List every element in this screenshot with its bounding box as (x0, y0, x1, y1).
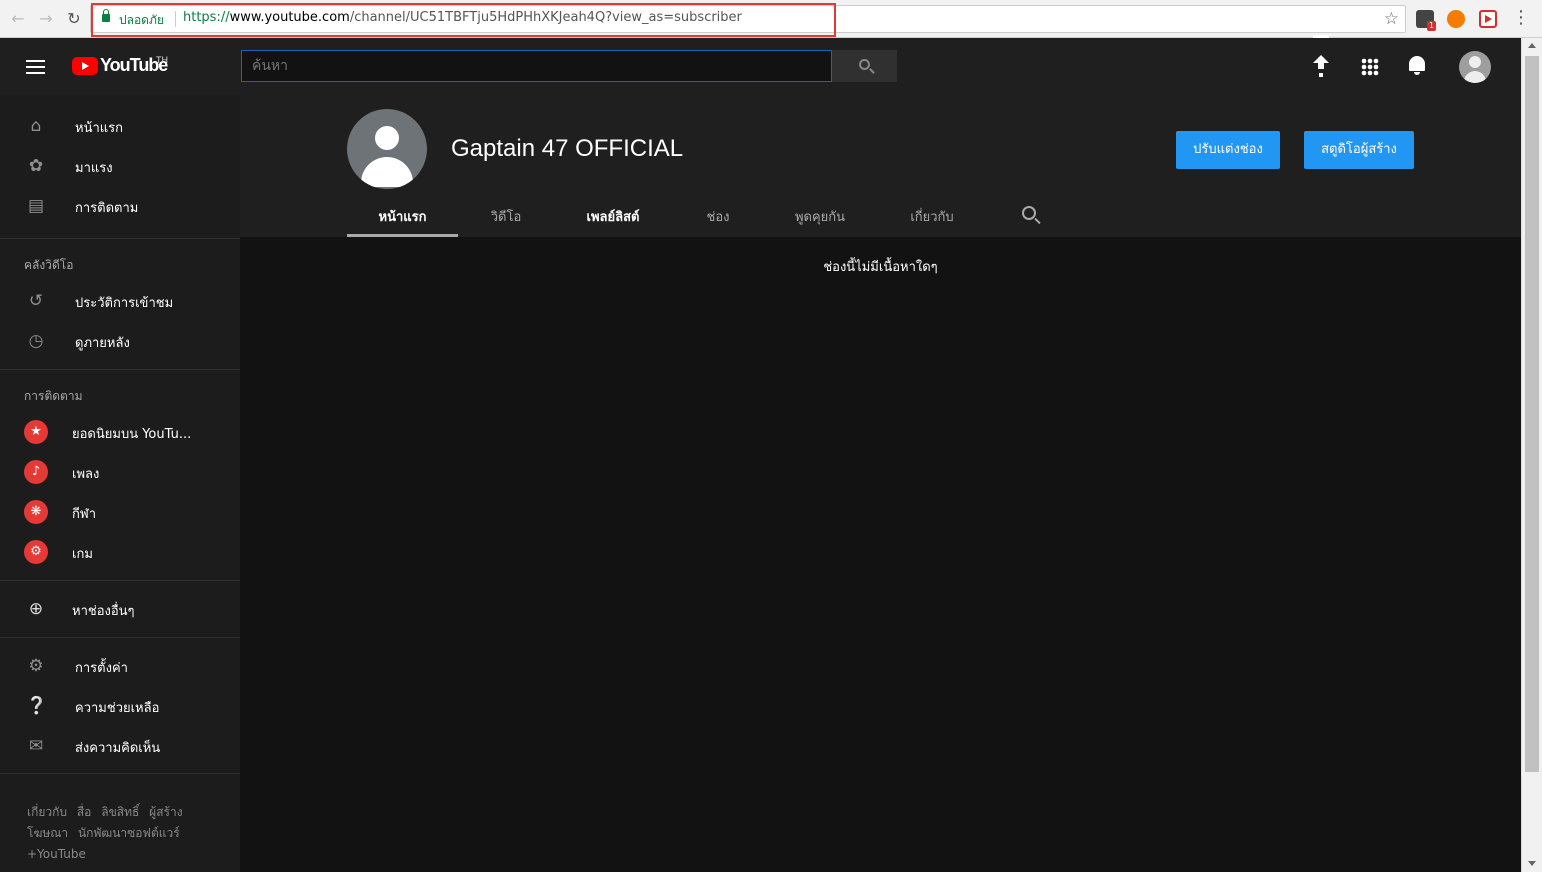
sidebar-item-history[interactable]: ↺ ประวัติการเข้าชม (0, 281, 240, 321)
sidebar-item-feedback[interactable]: ✉ ส่งความคิดเห็น (0, 726, 240, 766)
search-button[interactable] (832, 50, 897, 82)
sidebar-item-watch-later[interactable]: ◷ ดูภายหลัง (0, 321, 240, 361)
scroll-down-arrow-icon[interactable] (1528, 861, 1536, 866)
footer-link-plus-youtube[interactable]: +YouTube (27, 847, 86, 861)
search-icon (859, 59, 870, 70)
sidebar-item-subscriptions[interactable]: ▤ การติดตาม (0, 186, 240, 226)
sidebar-item-label: กีฬา (72, 507, 97, 522)
channel-search-icon[interactable] (1022, 206, 1036, 220)
youtube-logo-icon[interactable] (72, 57, 98, 75)
sidebar: ⌂ หน้าแรก ✿ มาแรง ▤ การติดตาม คลังวิดีโอ… (0, 94, 240, 872)
sidebar-item-label: การตั้งค่า (75, 661, 128, 676)
search-input[interactable] (241, 50, 832, 82)
channel-header: Gaptain 47 OFFICIAL ปรับแต่งช่อง สตูดิโอ… (240, 94, 1521, 237)
account-avatar[interactable] (1459, 51, 1491, 83)
creator-studio-button[interactable]: สตูดิโอผู้สร้าง (1304, 131, 1414, 169)
sidebar-item-sports[interactable]: ❋ กีฬา (0, 492, 240, 532)
browser-toolbar: ← → ↻ ปลอดภัย https://www.youtube.com/ch… (0, 0, 1542, 38)
add-circle-icon: ⊕ (28, 599, 44, 619)
sidebar-item-help[interactable]: ❔ ความช่วยเหลือ (0, 686, 240, 726)
footer-link-developers[interactable]: นักพัฒนาซอฟต์แวร์ (78, 826, 180, 840)
browser-menu-icon[interactable]: ⋮ (1512, 7, 1530, 29)
sidebar-item-label: เพลง (72, 467, 100, 482)
sidebar-item-label: เกม (72, 547, 93, 562)
region-code: TH (156, 55, 168, 65)
library-heading: คลังวิดีโอ (24, 258, 74, 272)
channel-title: Gaptain 47 OFFICIAL (451, 135, 684, 162)
sidebar-divider (0, 773, 240, 774)
tab-discussion[interactable]: พูดคุยกัน (780, 204, 860, 237)
sidebar-item-label: หาช่องอื่นๆ (72, 604, 135, 619)
gear-icon: ⚙ (28, 656, 44, 676)
footer-link-advertise[interactable]: โฆษณา (27, 826, 68, 840)
sidebar-footer: เกี่ยวกับ สื่อ ลิขสิทธิ์ ผู้สร้าง โฆษณา … (27, 802, 227, 865)
trending-icon: ✿ (28, 156, 44, 176)
footer-link-copyright[interactable]: ลิขสิทธิ์ (101, 805, 139, 819)
extension-badge: 1 (1427, 21, 1437, 31)
scrollbar-thumb[interactable] (1525, 56, 1539, 772)
tab-channels[interactable]: ช่อง (690, 204, 746, 237)
basketball-icon: ❋ (24, 500, 48, 524)
bookmark-star-icon[interactable]: ☆ (1384, 9, 1399, 29)
help-icon: ❔ (26, 696, 48, 716)
sidebar-item-label: ความช่วยเหลือ (75, 701, 160, 716)
footer-link-press[interactable]: สื่อ (77, 805, 92, 819)
page-scrollbar[interactable] (1521, 38, 1542, 872)
subscriptions-icon: ▤ (27, 196, 45, 216)
back-arrow-icon[interactable]: ← (8, 9, 28, 29)
empty-channel-message: ช่องนี้ไม่มีเนื้อหาใดๆ (823, 260, 938, 275)
scroll-up-arrow-icon[interactable] (1528, 43, 1536, 48)
sidebar-item-label: ส่งความคิดเห็น (75, 741, 161, 756)
sidebar-item-trending[interactable]: ✿ มาแรง (0, 146, 240, 186)
tab-playlists[interactable]: เพลย์ลิสต์ (570, 204, 656, 237)
sidebar-item-gaming[interactable]: ⚙ เกม (0, 532, 240, 572)
sidebar-item-popular[interactable]: ★ ยอดนิยมบน YouTu... (0, 412, 240, 452)
tab-home[interactable]: หน้าแรก (347, 204, 458, 237)
play-extension-icon[interactable] (1479, 10, 1497, 28)
star-icon: ★ (24, 420, 48, 444)
channel-avatar[interactable] (347, 109, 427, 189)
subscriptions-heading: การติดตาม (24, 389, 83, 403)
hamburger-menu-icon[interactable] (26, 60, 45, 74)
sidebar-item-label: มาแรง (75, 161, 113, 176)
sidebar-divider (0, 369, 240, 370)
sidebar-item-label: ยอดนิยมบน YouTu... (72, 427, 192, 442)
customize-channel-button[interactable]: ปรับแต่งช่อง (1176, 131, 1280, 169)
history-icon: ↺ (28, 291, 44, 311)
apps-grid-icon[interactable] (1361, 58, 1379, 76)
sidebar-divider (0, 238, 240, 239)
sidebar-item-home[interactable]: ⌂ หน้าแรก (0, 106, 240, 146)
watch-later-icon: ◷ (28, 331, 44, 351)
sidebar-item-browse-channels[interactable]: ⊕ หาช่องอื่นๆ (0, 589, 240, 629)
forward-arrow-icon[interactable]: → (36, 9, 56, 29)
upload-icon[interactable] (1309, 54, 1333, 78)
tab-videos[interactable]: วิดีโอ (476, 204, 536, 237)
sidebar-divider (0, 637, 240, 638)
upload-icon-base (1313, 35, 1329, 38)
basketball-extension-icon[interactable] (1447, 10, 1465, 28)
footer-link-creators[interactable]: ผู้สร้าง (149, 805, 182, 819)
sidebar-item-label: ประวัติการเข้าชม (75, 296, 174, 311)
feedback-icon: ✉ (28, 736, 44, 756)
reload-icon[interactable]: ↻ (64, 9, 84, 29)
gamepad-icon: ⚙ (24, 540, 48, 564)
sidebar-divider (0, 580, 240, 581)
footer-link-about[interactable]: เกี่ยวกับ (27, 805, 67, 819)
tab-about[interactable]: เกี่ยวกับ (896, 204, 968, 237)
url-highlight-box (91, 3, 836, 37)
music-note-icon: ♪ (24, 460, 48, 484)
sidebar-item-settings[interactable]: ⚙ การตั้งค่า (0, 646, 240, 686)
sidebar-item-label: ดูภายหลัง (75, 336, 130, 351)
home-icon: ⌂ (30, 116, 42, 136)
notifications-bell-icon[interactable] (1409, 56, 1425, 75)
sidebar-item-label: การติดตาม (75, 201, 139, 216)
masthead: YouTube TH (0, 38, 1521, 94)
sidebar-item-music[interactable]: ♪ เพลง (0, 452, 240, 492)
sidebar-item-label: หน้าแรก (75, 121, 123, 136)
